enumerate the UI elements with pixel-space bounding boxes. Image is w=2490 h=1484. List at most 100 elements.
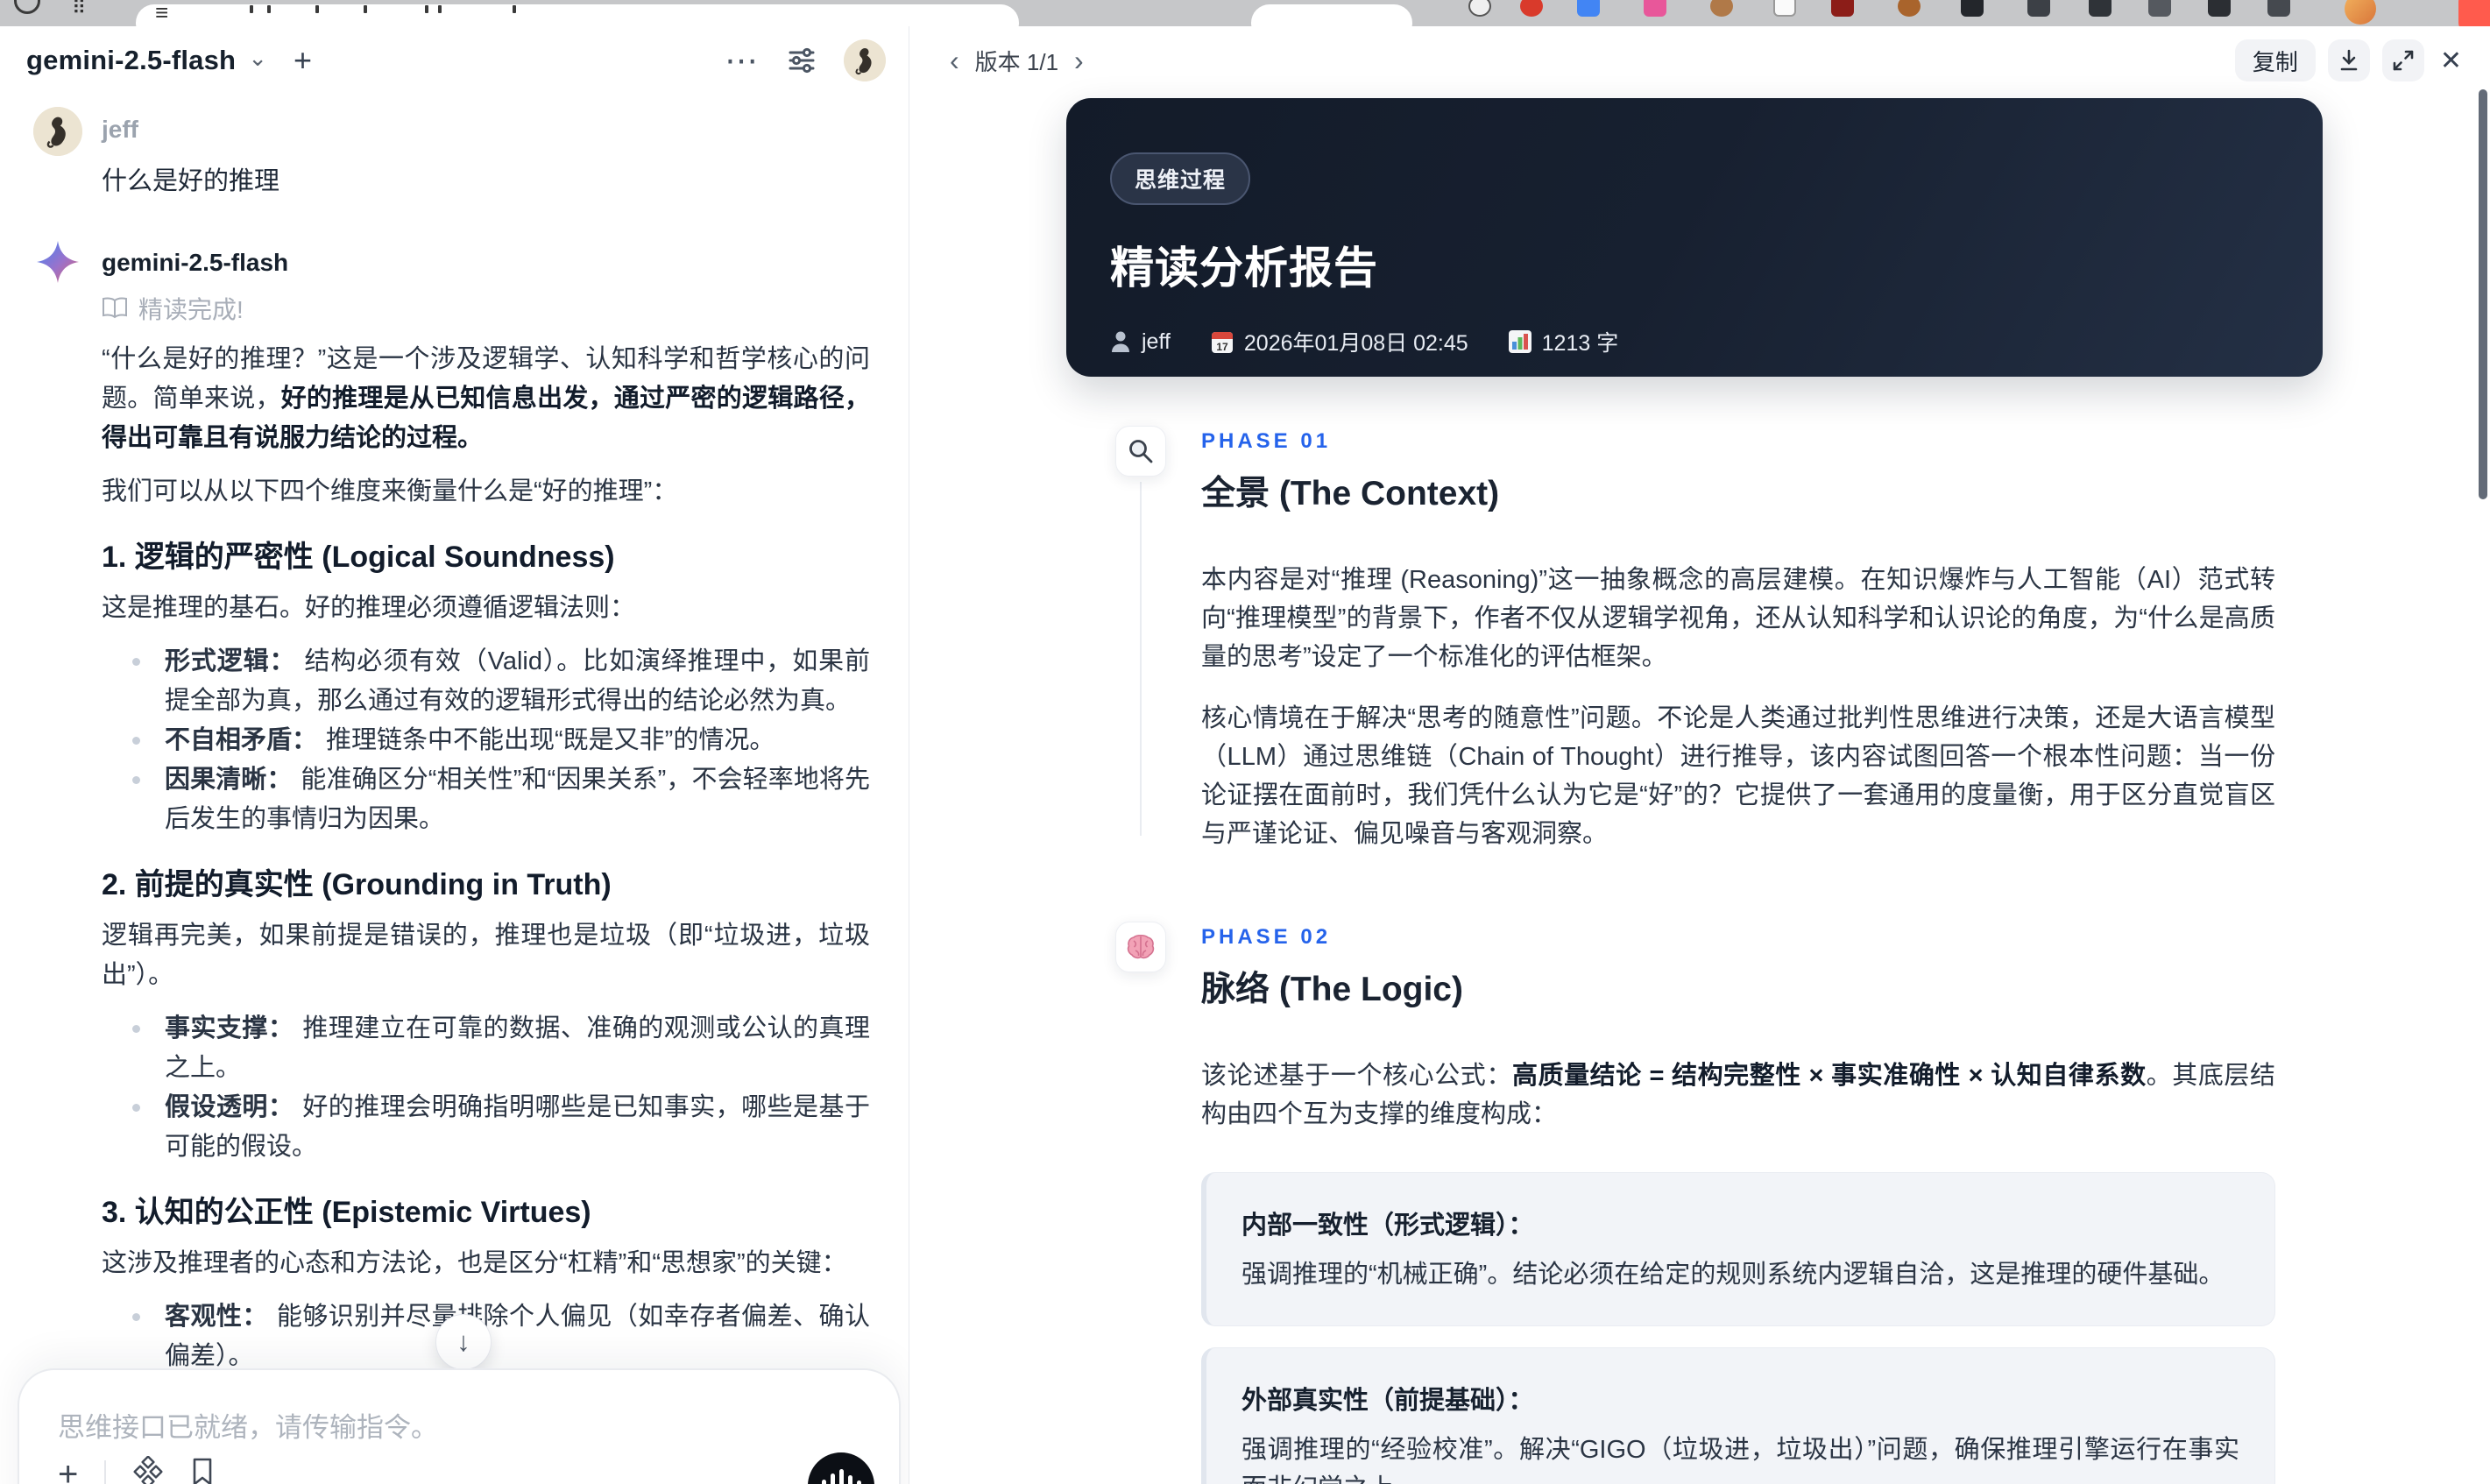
extension-icon[interactable] <box>2267 0 2290 17</box>
browser-reload-icon[interactable] <box>14 0 40 14</box>
person-icon <box>1112 331 1129 352</box>
message-author: gemini-2.5-flash <box>102 249 289 276</box>
new-chat-button[interactable]: + <box>294 42 312 79</box>
browser-corner-button[interactable] <box>2458 0 2490 26</box>
extension-icon[interactable] <box>1961 0 1984 17</box>
extension-icon[interactable] <box>2089 0 2112 17</box>
extension-icon[interactable] <box>1831 0 1854 17</box>
chevron-left-icon[interactable]: ‹ <box>950 46 959 74</box>
composer-toolbar: + <box>58 1455 215 1484</box>
extension-icon[interactable] <box>1710 0 1733 17</box>
user-avatar <box>33 107 82 156</box>
dimension-card: 外部真实性（前提基础）： 强调推理的“经验校准”。解决“GIGO（垃圾进，垃圾出… <box>1201 1347 2275 1484</box>
dimension-card: 内部一致性（形式逻辑）： 强调推理的“机械正确”。结论必须在给定的规则系统内逻辑… <box>1201 1172 2275 1326</box>
artifact-preview-pane: ‹ 版本 1/1 › 复制 ✕ 思维过程 精读分析报告 jeff 17 2026… <box>909 26 2490 1484</box>
attach-button[interactable]: + <box>58 1457 78 1484</box>
arrow-down-icon: ↓ <box>456 1326 470 1357</box>
list-item: 客观性： 能够识别并尽量排除个人偏见（如幸存者偏差、确认偏差）。 <box>132 1297 870 1376</box>
report-meta: jeff 17 2026年01月08日 02:45 1213 字 <box>1110 326 2279 357</box>
browser-apps-icon[interactable]: ⣿ <box>72 0 95 13</box>
phase-label: PHASE 02 <box>1201 925 1332 949</box>
list-item: 假设透明： 好的推理会明确指明哪些是已知事实，哪些是基于可能的假设。 <box>132 1088 870 1167</box>
chat-pane: gemini-2.5-flash ⌄ + ⋯ jeff 什么是好的推理 gemi… <box>0 26 909 1484</box>
browser-chrome: ⣿ ≡ <box>0 0 2490 26</box>
scrollbar[interactable] <box>2479 89 2487 499</box>
extension-icon[interactable] <box>1898 0 1921 17</box>
bookmark-icon[interactable] <box>190 1457 215 1484</box>
phase-paragraph: 本内容是对“推理 (Reasoning)”这一抽象概念的高层建模。在知识爆炸与人… <box>1201 566 2275 671</box>
scroll-to-bottom-button[interactable]: ↓ <box>435 1314 492 1370</box>
message-author: jeff <box>102 116 138 143</box>
assistant-message: gemini-2.5-flash 精读完成! “什么是好的推理？”这是一个涉及逻… <box>33 240 870 1484</box>
menu-icon: ≡ <box>155 0 169 25</box>
expand-button[interactable] <box>2381 39 2424 81</box>
download-icon <box>2340 49 2358 71</box>
composer-placeholder: 思维接口已就绪，请传输指令。 <box>58 1412 438 1443</box>
address-bar[interactable]: ≡ <box>136 0 1019 26</box>
address-bar-secondary[interactable] <box>1251 4 1412 26</box>
phase-title: 脉络 (The Logic) <box>1201 971 1463 1008</box>
assistant-response: “什么是好的推理？”这是一个涉及逻辑学、认知科学和哲学核心的问题。简单来说，好的… <box>102 340 870 1484</box>
section-heading: 1. 逻辑的严密性 (Logical Soundness) <box>102 541 615 574</box>
phase-title: 全景 (The Context) <box>1201 475 1500 512</box>
phase-context: PHASE 01 全景 (The Context) 本内容是对“推理 (Reas… <box>1066 426 2323 853</box>
more-options-icon[interactable]: ⋯ <box>725 41 760 81</box>
preview-toolbar: ‹ 版本 1/1 › 复制 ✕ <box>909 26 2490 95</box>
meta-datetime: 17 2026年01月08日 02:45 <box>1211 326 1468 357</box>
close-icon[interactable]: ✕ <box>2440 46 2462 76</box>
message-composer[interactable]: 思维接口已就绪，请传输指令。 + <box>18 1368 901 1484</box>
report-title: 精读分析报告 <box>1110 244 1378 293</box>
assistant-status: 精读完成! <box>102 291 870 326</box>
phase-paragraph: 该论述基于一个核心公式：高质量结论 = 结构完整性 × 事实准确性 × 认知自律… <box>1201 1062 2275 1128</box>
model-title[interactable]: gemini-2.5-flash <box>26 45 236 76</box>
report-document: 思维过程 精读分析报告 jeff 17 2026年01月08日 02:45 12… <box>1066 98 2323 1484</box>
version-nav: ‹ 版本 1/1 › <box>950 45 1084 77</box>
brain-icon <box>1115 922 1166 972</box>
chat-header: gemini-2.5-flash ⌄ + ⋯ <box>0 26 909 95</box>
chevron-down-icon[interactable]: ⌄ <box>248 45 267 72</box>
phase-logic: PHASE 02 脉络 (The Logic) 该论述基于一个核心公式：高质量结… <box>1066 922 2323 1484</box>
meta-word-count: 1213 字 <box>1508 326 1618 357</box>
voice-input-button[interactable] <box>808 1452 874 1484</box>
magnifier-icon <box>1115 426 1166 477</box>
phase-label: PHASE 01 <box>1201 429 1332 453</box>
version-label: 版本 1/1 <box>974 48 1059 75</box>
section-heading: 3. 认知的公正性 (Epistemic Virtues) <box>102 1196 591 1229</box>
gemini-star-icon <box>33 240 82 1484</box>
dimension-cards: 内部一致性（形式逻辑）： 强调推理的“机械正确”。结论必须在给定的规则系统内逻辑… <box>1201 1172 2275 1484</box>
list-item: 不自相矛盾： 推理链条中不能出现“既是又非”的情况。 <box>132 721 870 760</box>
extension-icon[interactable] <box>1773 0 1796 17</box>
section-heading: 2. 前提的真实性 (Grounding in Truth) <box>102 868 612 901</box>
report-badge: 思维过程 <box>1110 152 1251 205</box>
user-message: jeff 什么是好的推理 <box>33 107 870 200</box>
extension-icon[interactable] <box>1468 0 1491 17</box>
skills-icon[interactable] <box>132 1455 164 1484</box>
profile-avatar[interactable] <box>2345 0 2376 25</box>
extension-icon[interactable] <box>2208 0 2231 17</box>
list-item: 事实支撑： 推理建立在可靠的数据、准确的观测或公认的真理之上。 <box>132 1009 870 1088</box>
download-button[interactable] <box>2327 39 2370 81</box>
extension-icon[interactable] <box>1520 0 1543 17</box>
report-hero: 思维过程 精读分析报告 jeff 17 2026年01月08日 02:45 12… <box>1066 98 2323 377</box>
extension-icon[interactable] <box>1644 0 1666 17</box>
copy-button[interactable]: 复制 <box>2234 39 2316 81</box>
svg-text:17: 17 <box>1216 341 1228 353</box>
bar-chart-icon <box>1508 330 1531 353</box>
divider <box>104 1459 107 1484</box>
meta-author: jeff <box>1110 329 1171 355</box>
user-message-text: 什么是好的推理 <box>102 167 280 195</box>
user-avatar[interactable] <box>844 39 886 81</box>
calendar-icon: 17 <box>1211 331 1233 353</box>
phase-paragraph: 核心情境在于解决“思考的随意性”问题。不论是人类通过批判性思维进行决策，还是大语… <box>1201 704 2275 848</box>
list-item: 形式逻辑： 结构必须有效（Valid）。比如演绎推理中，如果前提全部为真，那么通过… <box>132 642 870 721</box>
report-phases: PHASE 01 全景 (The Context) 本内容是对“推理 (Reas… <box>1066 426 2323 1484</box>
chevron-right-icon[interactable]: › <box>1074 46 1084 74</box>
settings-sliders-icon[interactable] <box>786 45 817 76</box>
extension-icon[interactable] <box>1577 0 1600 17</box>
list-item: 因果清晰： 能准确区分“相关性”和“因果关系”，不会轻率地将先后发生的事情归为因果… <box>132 760 870 839</box>
book-icon <box>103 297 127 319</box>
expand-icon <box>2393 50 2414 71</box>
extension-icon[interactable] <box>2027 0 2050 17</box>
chat-messages[interactable]: jeff 什么是好的推理 gemini-2.5-flash 精读完成! “什么是… <box>0 98 909 1484</box>
extension-icon[interactable] <box>2148 0 2171 17</box>
